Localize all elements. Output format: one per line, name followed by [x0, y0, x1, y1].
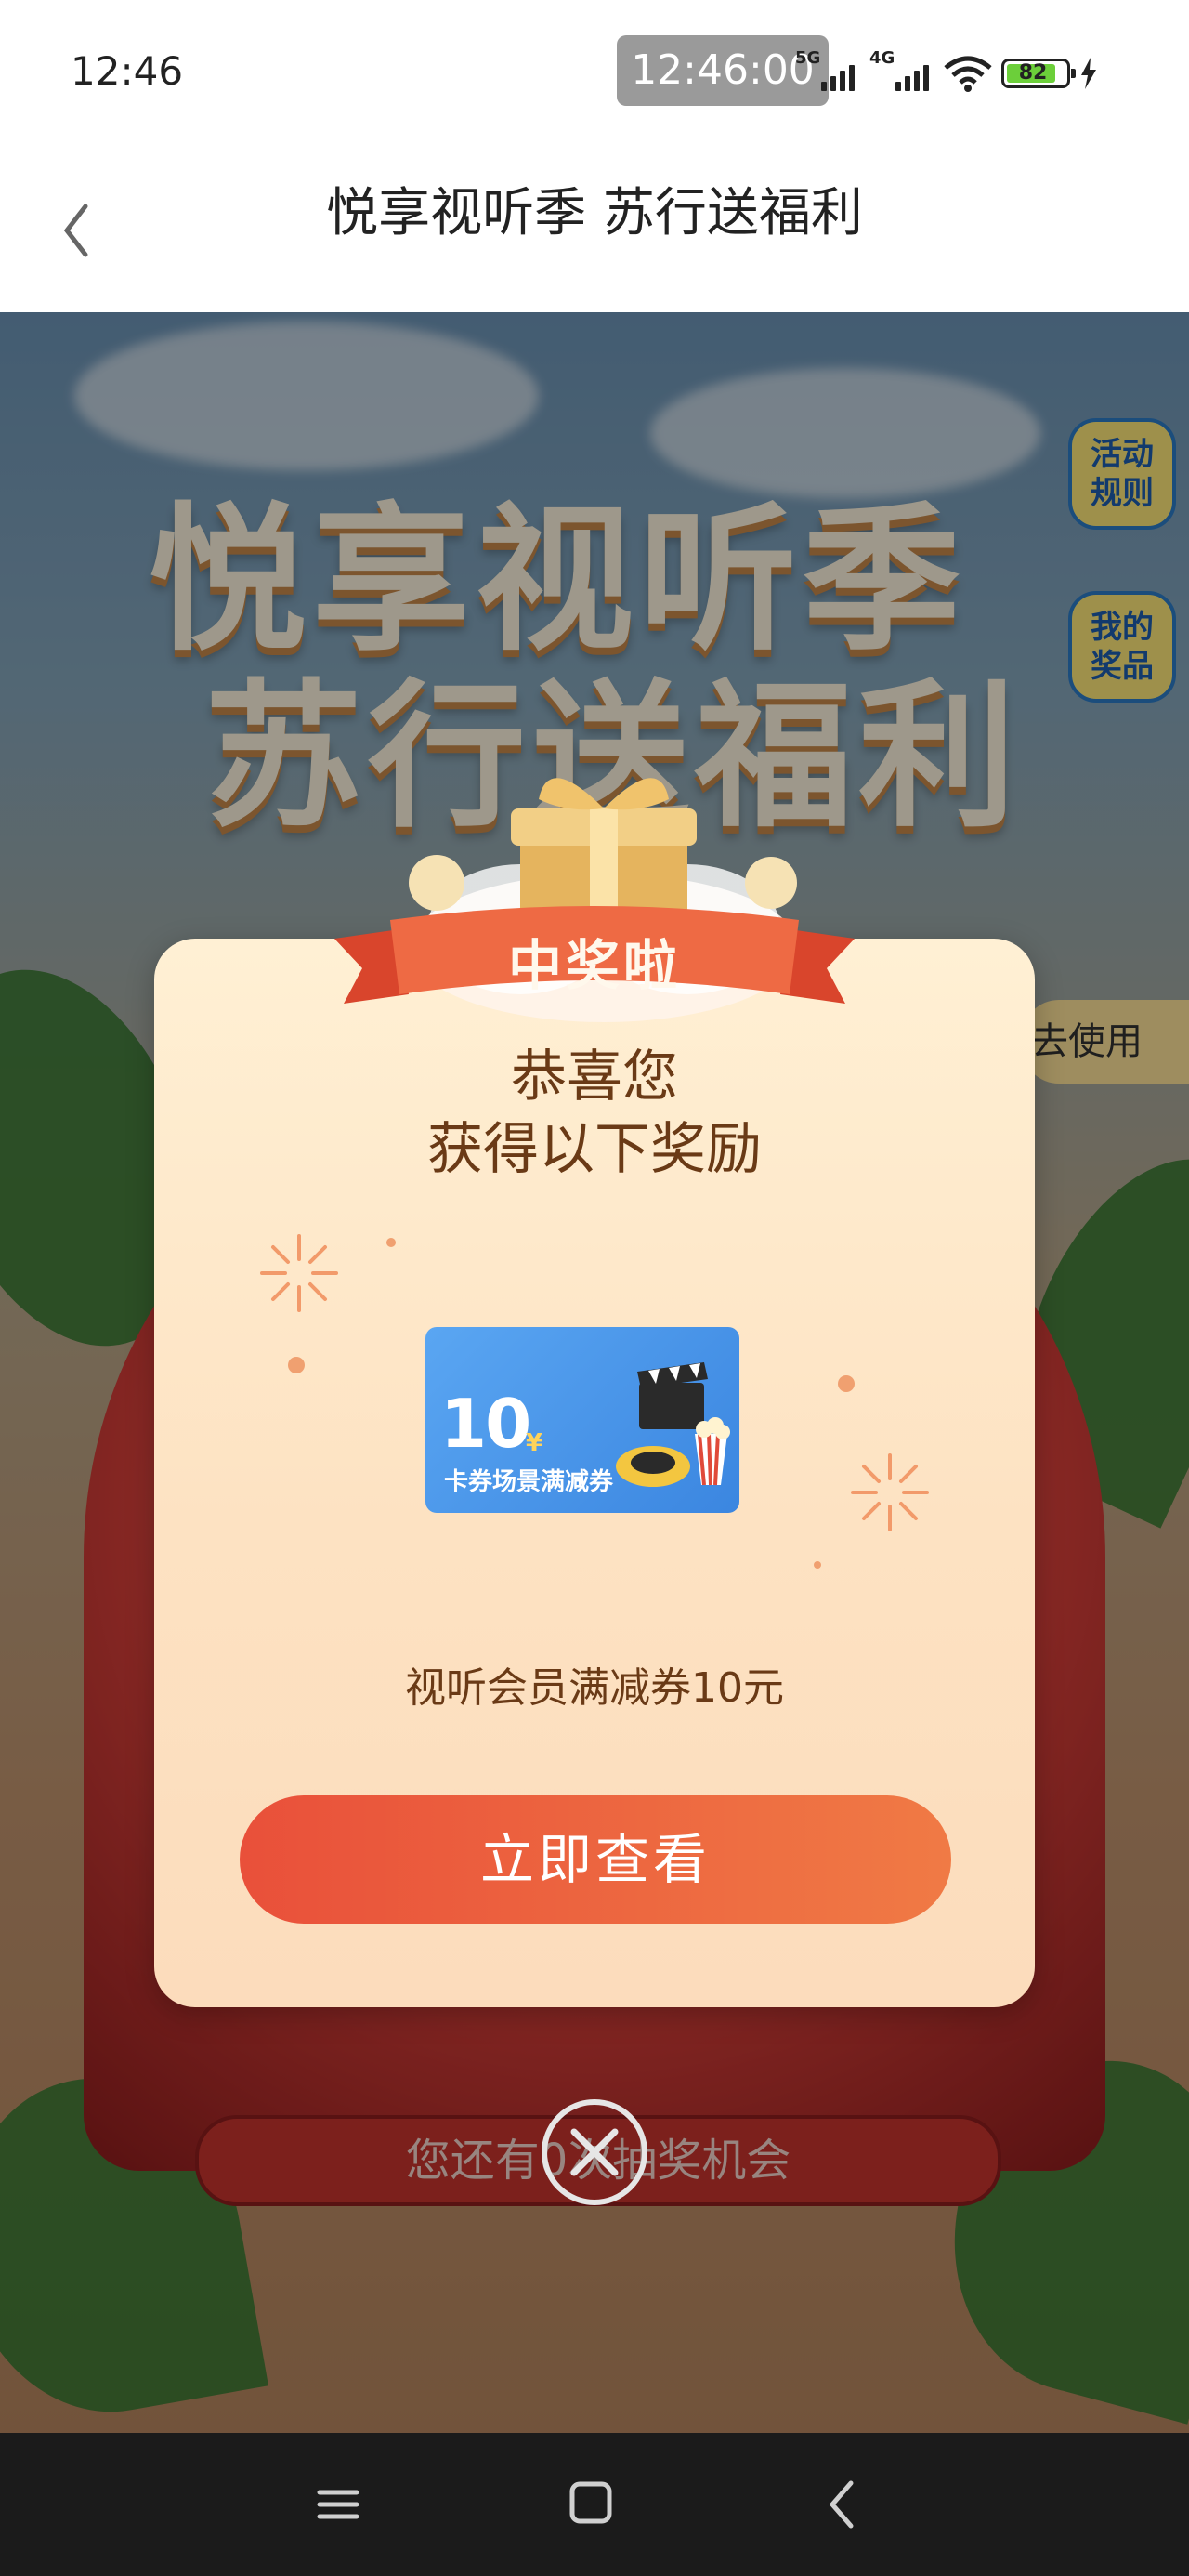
voucher-card: 10 ¥ 卡券场景满减券: [425, 1327, 739, 1513]
voucher-currency: ¥: [526, 1429, 543, 1457]
back-triangle-icon: [830, 2480, 854, 2529]
voucher-label: 卡券场景满减券: [444, 1468, 614, 1496]
signal-5g-icon: 5G: [795, 48, 860, 95]
home-square-icon: [569, 2481, 612, 2524]
signal-4g-icon: 4G: [869, 48, 934, 95]
status-icons: 5G 4G 82: [795, 48, 1098, 97]
menu-button[interactable]: [301, 2470, 375, 2539]
firework-icon: [851, 1453, 929, 1531]
confetti-dot: [814, 1561, 821, 1569]
confetti-dot: [838, 1375, 855, 1392]
close-button[interactable]: [539, 2096, 650, 2208]
status-time: 12:46: [71, 48, 184, 94]
battery-icon: 82: [1001, 59, 1076, 88]
system-nav-bar: [0, 2433, 1189, 2576]
page-title: 悦享视听季 苏行送福利: [326, 183, 863, 243]
app-header: 悦享视听季 苏行送福利: [0, 149, 1189, 312]
congrats-text: 恭喜您 获得以下奖励: [154, 1041, 1035, 1186]
nav-back-button[interactable]: [806, 2470, 881, 2539]
wifi-icon: [944, 56, 992, 92]
home-button[interactable]: [554, 2470, 628, 2539]
menu-icon: [317, 2490, 359, 2519]
firework-icon: [260, 1234, 338, 1312]
confetti-dot: [386, 1238, 396, 1247]
ribbon-title: 中奖啦: [507, 934, 681, 997]
status-bar: 12:46 12:46:00 5G 4G 82: [0, 0, 1189, 149]
close-circle-icon: [542, 2099, 647, 2205]
movie-clapper-icon: [616, 1362, 730, 1487]
congrats-line2: 获得以下奖励: [427, 1117, 762, 1182]
view-now-button[interactable]: 立即查看: [240, 1795, 951, 1924]
prize-name: 视听会员满减券10元: [405, 1664, 784, 1712]
voucher-amount: 10: [440, 1385, 531, 1463]
charging-icon: [1081, 58, 1096, 89]
confetti-dot: [288, 1357, 305, 1373]
congrats-line1: 恭喜您: [511, 1045, 678, 1110]
